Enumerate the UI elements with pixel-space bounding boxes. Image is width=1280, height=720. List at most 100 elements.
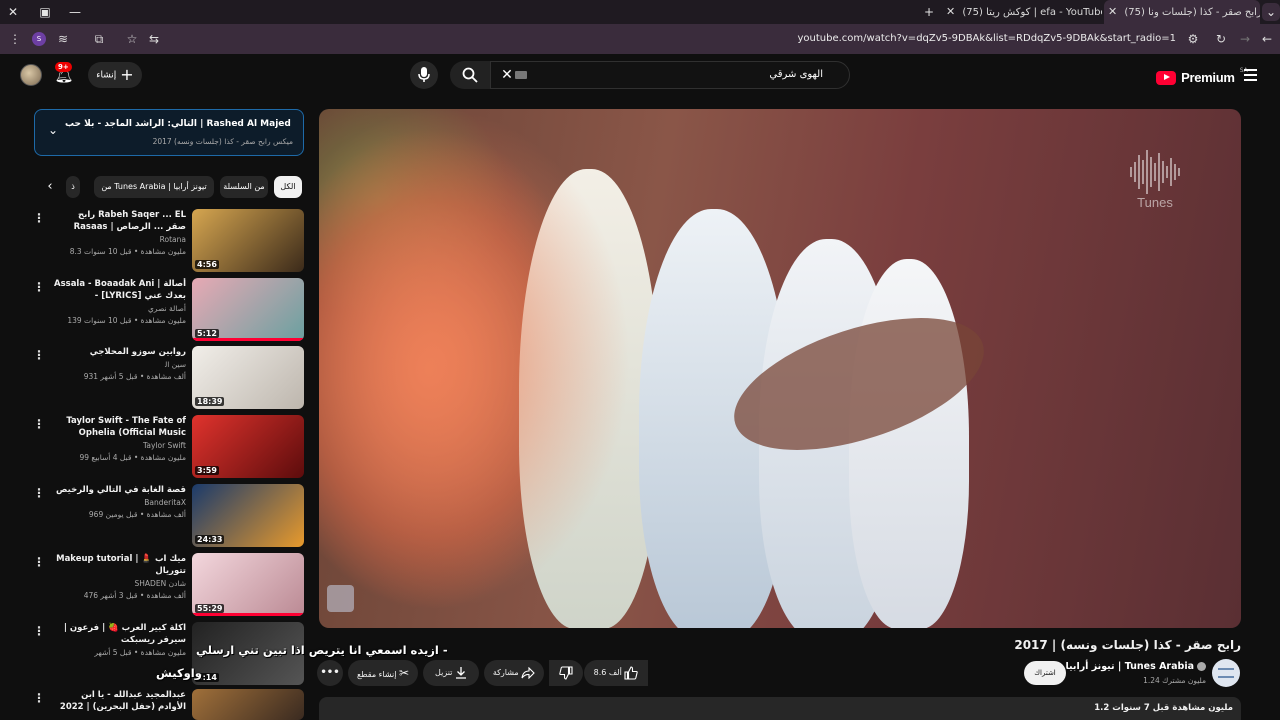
related-video-item[interactable]: ⋮ روابين سوزو المحلاجي ﺳﯿﻦ ﺍﻟ 931 ألف مشاهد… [30,346,306,412]
chevron-down-icon[interactable]: ⌄ [45,122,61,138]
clear-search-icon[interactable]: ✕ [497,65,517,85]
related-video-thumbnail[interactable]: 55:29 [192,553,304,616]
video-frame-drum [319,109,649,628]
maximize-window-icon[interactable]: ▣ [36,3,54,21]
tunes-watermark: Tunes [1105,149,1205,229]
download-icon [455,667,466,679]
youtube-header: 🔔︎ 9+ إنشاء+ ✕ الهوى شرقي Premium SA [0,54,1280,98]
video-player[interactable]: Tunes [319,109,1241,628]
related-video-meta: Assala - Boaadak Ani | أصالة - [LYRICS] … [52,278,186,327]
search-button[interactable] [450,61,490,89]
tab-close-icon[interactable]: ✕ [1108,5,1117,18]
watched-progress-bar [192,613,304,616]
bookmark-star-icon[interactable]: ☆ [123,30,141,48]
more-vertical-icon[interactable]: ⋮ [32,691,46,705]
url-field[interactable]: youtube.com/watch?v=dqZv5-9DBAk&list=RDd… [200,28,1176,50]
channel-watermark-icon[interactable] [327,585,354,612]
tab-close-icon[interactable]: ✕ [946,5,955,18]
download-button[interactable]: تنزيل [423,660,479,686]
channel-avatar[interactable] [1212,659,1240,687]
related-video-item[interactable]: ⋮ Makeup tutorial | 💄 ميك اب تتوريال SHADE… [30,553,306,619]
thumbs-up-icon [624,665,639,680]
tab-title: (75) رابح صقر - كذا (جلسات ونا... [1124,7,1260,18]
video-duration: 18:39 [195,397,225,406]
back-icon[interactable]: ← [1258,30,1276,48]
more-vertical-icon[interactable]: ⋮ [32,280,46,294]
related-video-thumbnail[interactable]: 4:56 [192,209,304,272]
video-duration: 24:33 [195,535,225,544]
scissors-icon: ✂ [398,666,410,680]
related-video-channel: Taylor Swift [143,441,186,450]
related-video-title: عبدالمجيد عبدالله - يا ابن الأوادم (حفل … [59,690,186,712]
related-video-meta: Taylor Swift - The Fate of Ophelia (Offi… [52,415,186,464]
download-label: تنزيل [435,668,453,677]
logo-word: Premium [1181,70,1235,85]
tab-active[interactable]: ✕ (75) رابح صقر - كذا (جلسات ونا... [1104,0,1260,24]
clip-label: إنشاء مقطع [356,670,397,679]
forward-icon[interactable]: → [1236,30,1254,48]
install-app-icon[interactable]: ⇆ [145,30,163,48]
chip-from-series[interactable]: من السلسلة [220,176,268,198]
up-next-panel[interactable]: ⌄ التالي: الراشد الماجد - بلا حب | Rashe… [34,109,304,156]
related-video-stats: 99 مليون مشاهدة • قبل 4 أسابيع [79,453,186,462]
related-video-item[interactable]: ⋮ Assala - Boaadak Ani | أصالة - [LYRICS]… [30,278,306,344]
related-video-thumbnail[interactable] [192,689,304,720]
create-button[interactable]: إنشاء + [88,62,142,88]
share-button[interactable]: مشاركة [484,660,544,686]
related-video-meta: اكلة كبير العرب 🍓 | فرعون | سيرفر ريسبكت… [52,622,186,659]
related-video-thumbnail[interactable]: 3:59 [192,415,304,478]
tab-inactive[interactable]: ✕ (75) كوكش ريتا | efa - YouTube [942,0,1102,24]
related-video-item[interactable]: ⋮ قصة الغابة في التالي والرخيص BanderitaX 9… [30,484,306,550]
chip-from-channel[interactable]: من Tunes Arabia | تيونز أرابيا [94,176,214,198]
related-video-stats: 8.3 مليون مشاهدة • قبل 10 سنوات [69,247,186,256]
related-video-meta: Makeup tutorial | 💄 ميك اب تتوريال SHADEN… [52,553,186,602]
related-video-item[interactable]: ⋮ Taylor Swift - The Fate of Ophelia (Off… [30,415,306,481]
related-video-title: Assala - Boaadak Ani | أصالة - [LYRICS] … [54,279,186,301]
chip-more[interactable]: ذ [66,176,80,198]
like-button[interactable]: 8.6 ألف [584,660,648,686]
more-vertical-icon[interactable]: ⋮ [32,624,46,638]
more-menu-icon[interactable]: ⋮ [6,30,24,48]
video-duration: 4:56 [195,260,219,269]
notification-badge: 9+ [55,62,72,72]
account-avatar[interactable] [20,64,42,86]
keyboard-icon[interactable] [515,71,527,79]
voice-search-button[interactable] [410,61,438,89]
youtube-premium-logo[interactable]: Premium SA [1156,67,1248,85]
more-vertical-icon[interactable]: ⋮ [32,348,46,362]
related-video-item[interactable]: ⋮ عبدالمجيد عبدالله - يا ابن الأوادم (حفل… [30,689,306,720]
related-video-title: اكلة كبير العرب 🍓 | فرعون | سيرفر ريسبكت [63,623,186,645]
reload-icon[interactable]: ↻ [1212,30,1230,48]
description-box[interactable]: 1.2 مليون مشاهدة قبل 7 سنوات [319,697,1241,720]
close-window-icon[interactable]: ✕ [4,3,22,21]
dislike-button[interactable] [549,660,583,686]
related-video-stats: 931 ألف مشاهدة • قبل 5 أشهر [83,372,186,381]
chevron-left-icon[interactable]: ‹ [40,177,60,197]
extension-icon[interactable]: ≋ [54,30,72,48]
related-video-title: روابين سوزو المحلاجي [89,347,186,357]
related-video-item[interactable]: ⋮ رابح Rabeh Saqer ... EL Rasaas | صقر ..… [30,209,306,275]
related-video-thumbnail[interactable]: 24:33 [192,484,304,547]
chip-all[interactable]: الكل [274,176,302,198]
more-vertical-icon[interactable]: ⋮ [32,486,46,500]
tab-search-icon[interactable]: ⌄ [1262,3,1280,21]
site-settings-icon[interactable]: ⚙ [1184,30,1202,48]
guide-menu-icon[interactable] [1240,66,1260,86]
clip-button[interactable]: إنشاء مقطع ✂ [348,660,418,686]
search-input[interactable]: ✕ الهوى شرقي [490,61,850,89]
more-vertical-icon[interactable]: ⋮ [32,555,46,569]
browser-tab-strip: ✕ ▣ — + ✕ (75) كوكش ريتا | efa - YouTube… [0,0,1280,24]
tab-title: (75) كوكش ريتا | efa - YouTube [962,7,1102,18]
new-tab-icon[interactable]: + [920,3,938,21]
related-video-thumbnail[interactable]: 18:39 [192,346,304,409]
more-actions-button[interactable]: ••• [317,660,343,686]
puzzle-extensions-icon[interactable]: ⧉ [90,30,108,48]
related-video-thumbnail[interactable]: 5:12 [192,278,304,341]
channel-name-row[interactable]: تيونز أرابيا | Tunes Arabia [1065,661,1206,672]
more-vertical-icon[interactable]: ⋮ [32,211,46,225]
profile-extension-icon[interactable]: S [32,32,46,46]
video-duration: 55:29 [195,604,225,613]
subscribe-button[interactable]: اشتراك [1024,661,1066,685]
more-vertical-icon[interactable]: ⋮ [32,417,46,431]
minimize-window-icon[interactable]: — [66,3,84,21]
